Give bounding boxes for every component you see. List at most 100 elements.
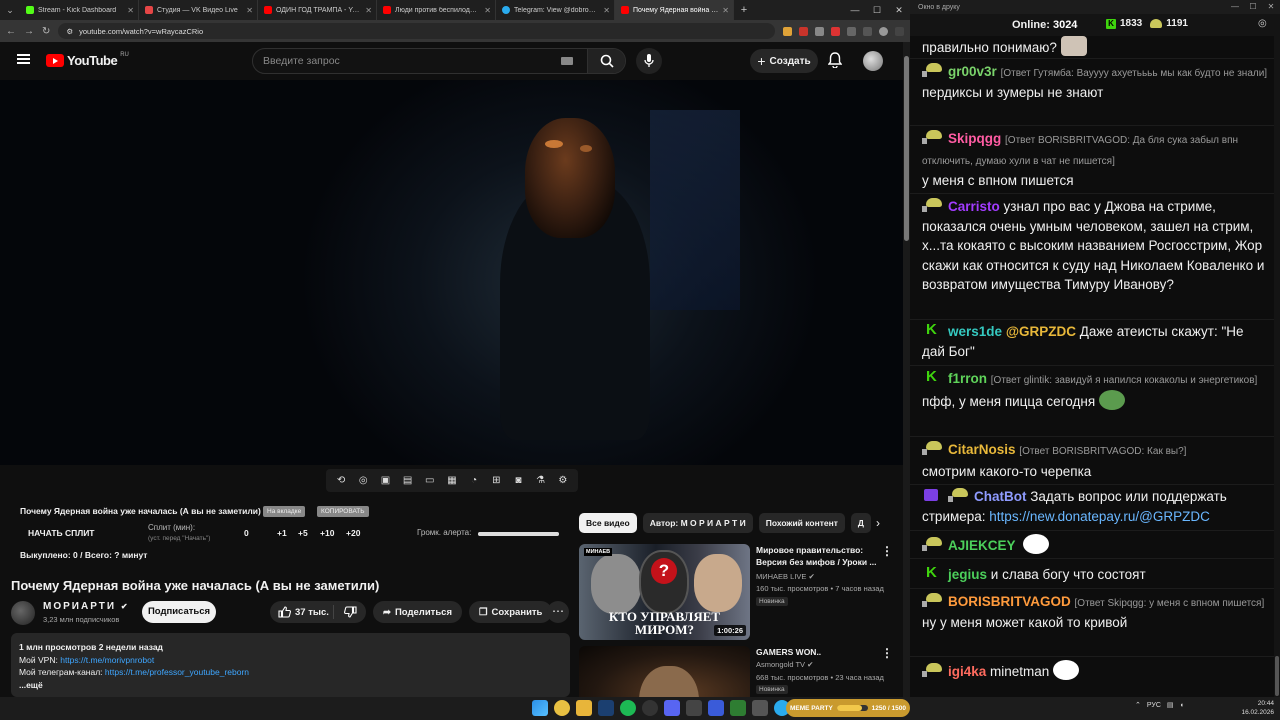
chevron-right-icon[interactable]: › [868,513,888,533]
spotify-icon[interactable] [620,700,636,716]
scrollbar-thumb[interactable] [904,56,909,241]
add-20-button[interactable]: +20 [346,528,360,538]
description-box[interactable]: 1 млн просмотров 2 недели назад Мой VPN:… [11,633,570,697]
vpn-link[interactable]: https://t.me/morivpnrobot [60,655,154,665]
close-window-button[interactable]: ✕ [888,0,910,20]
chat-scrollbar[interactable] [1274,36,1280,697]
back-arrow-icon[interactable]: ← [6,26,16,37]
forward-arrow-icon[interactable]: → [24,26,34,37]
subscribe-button[interactable]: Подписаться [142,601,216,623]
clapper-icon[interactable]: ▤ [401,475,415,487]
account-avatar[interactable] [863,51,883,71]
tab-telegram[interactable]: Telegram: View @dobro_2ch ✕ [496,0,615,20]
tab-search-button[interactable]: ⌄ [0,0,20,20]
chat-username[interactable]: CitarNosis [948,442,1016,457]
close-tab-icon[interactable]: ✕ [365,6,372,15]
video-thumbnail[interactable] [579,646,750,697]
chip-all-videos[interactable]: Все видео [579,513,637,533]
recommended-video[interactable]: GAMERS WON.. Asmongold TV ✔ 668 тыс. про… [579,646,901,697]
chip-related[interactable]: Похожий контент [758,513,845,533]
chat-username[interactable]: wers1de [948,324,1002,339]
settings-gear-icon[interactable]: ⚙ [556,475,570,487]
windows-start-icon[interactable] [532,700,548,716]
chip-author[interactable]: Автор: М О Р И А Р Т И [642,513,753,533]
start-split-button[interactable]: НАЧАТЬ СПЛИТ [28,528,95,538]
media-player-icon[interactable] [708,700,724,716]
video-player[interactable] [0,80,905,465]
chat-username[interactable]: jegius [948,567,987,582]
new-tab-button[interactable]: + [734,4,754,16]
page-scrollbar[interactable] [903,42,910,697]
recommended-channel[interactable]: МИНАЕВ LIVE ✔ [756,572,815,581]
profile-icon[interactable] [879,26,888,36]
language-indicator[interactable]: РУС [1147,702,1161,709]
notifications-bell-icon[interactable] [827,52,843,71]
tray-chevron-icon[interactable]: ⌃ [1135,701,1141,709]
on-tab-button[interactable]: На вкладке [263,506,306,517]
dislike-button[interactable] [334,606,366,618]
app-icon[interactable] [686,700,702,716]
video-thumbnail[interactable]: ? МИНАЕВ КТО УПРАВЛЯЕТ МИРОМ? 1:00:26 [579,544,750,640]
tab-youtube-active[interactable]: Почему Ядерная война уже... ✕ [615,0,734,20]
tab-vk-studio[interactable]: Студия — VK Видео Live ✕ [139,0,258,20]
menu-icon[interactable] [895,26,904,36]
maximize-button[interactable]: ☐ [1244,0,1262,14]
search-button[interactable] [587,49,625,73]
chat-username[interactable]: gr00v3r [948,64,997,79]
maximize-button[interactable]: ☐ [866,0,888,20]
recommended-title[interactable]: Мировое правительство: Версия без мифов … [756,544,881,568]
telegram-link[interactable]: https://t.me/professor_youtube_reborn [105,667,249,677]
loop-icon[interactable]: ⟲ [334,475,348,487]
close-tab-icon[interactable]: ✕ [603,6,610,15]
share-button[interactable]: ➦ Поделиться [373,601,462,623]
app-icon[interactable] [730,700,746,716]
tab-youtube-trump[interactable]: ОДИН ГОД ТРАМПА - YouTube ✕ [258,0,377,20]
chat-username[interactable]: AJIEKCEY [948,538,1016,553]
close-window-button[interactable]: ✕ [1262,0,1280,14]
close-tab-icon[interactable]: ✕ [484,6,491,15]
create-button[interactable]: + Создать [750,49,818,73]
recommended-title[interactable]: GAMERS WON.. [756,646,881,658]
file-explorer-icon[interactable] [576,700,592,716]
obs-icon[interactable] [642,700,658,716]
voice-search-button[interactable] [636,48,662,74]
search-input[interactable] [253,49,561,73]
volume-icon[interactable]: ◖ [1180,702,1184,709]
minimize-button[interactable]: — [1226,0,1244,14]
more-vert-icon[interactable]: ⋮ [881,646,893,660]
copy-button[interactable]: КОПИРОВАТЬ [317,506,369,517]
speed-icon[interactable]: ◔ [467,475,481,487]
keyboard-icon[interactable] [561,57,573,65]
extension-icon[interactable] [815,26,824,36]
cinema-icon[interactable]: ▦ [445,475,459,487]
chat-username[interactable]: ChatBot [974,489,1027,504]
add-5-button[interactable]: +5 [298,528,308,538]
chat-mention[interactable]: @GRPZDC [1006,324,1076,339]
picture-in-picture-icon[interactable]: ▭ [423,475,437,487]
like-button[interactable]: 37 тыс. [270,605,334,619]
meme-party-widget[interactable]: MEME PARTY 1250 / 1500 [786,699,910,717]
screenshot-camera-icon[interactable]: ◙ [511,475,525,487]
youtube-logo[interactable]: YouTube RU [46,52,129,68]
channel-name[interactable]: МОРИАРТИ ✔ [43,601,128,612]
recommended-video[interactable]: ? МИНАЕВ КТО УПРАВЛЯЕТ МИРОМ? 1:00:26 Ми… [579,544,901,640]
extensions-puzzle-icon[interactable] [847,26,856,36]
more-actions-button[interactable]: ⋯ [547,601,569,623]
tab-kick-dashboard[interactable]: Stream - Kick Dashboard ✕ [20,0,139,20]
clock[interactable]: 20:44 16.02.2026 [1226,699,1274,717]
discord-icon[interactable] [664,700,680,716]
menu-hamburger-icon[interactable] [17,54,30,64]
chat-settings-icon[interactable]: ◎ [1258,18,1267,29]
extension-icon[interactable] [831,26,840,36]
close-tab-icon[interactable]: ✕ [246,6,253,15]
extension-icon[interactable] [783,26,792,36]
minimize-button[interactable]: — [844,0,866,20]
extension-icon[interactable] [799,26,808,36]
add-10-button[interactable]: +10 [320,528,334,538]
recommended-channel[interactable]: Asmongold TV ✔ [756,660,813,669]
reload-icon[interactable]: ↻ [42,26,50,37]
download-icon[interactable] [863,26,872,36]
close-tab-icon[interactable]: ✕ [127,6,134,15]
chrome-icon[interactable] [554,700,570,716]
more-vert-icon[interactable]: ⋮ [881,544,893,558]
